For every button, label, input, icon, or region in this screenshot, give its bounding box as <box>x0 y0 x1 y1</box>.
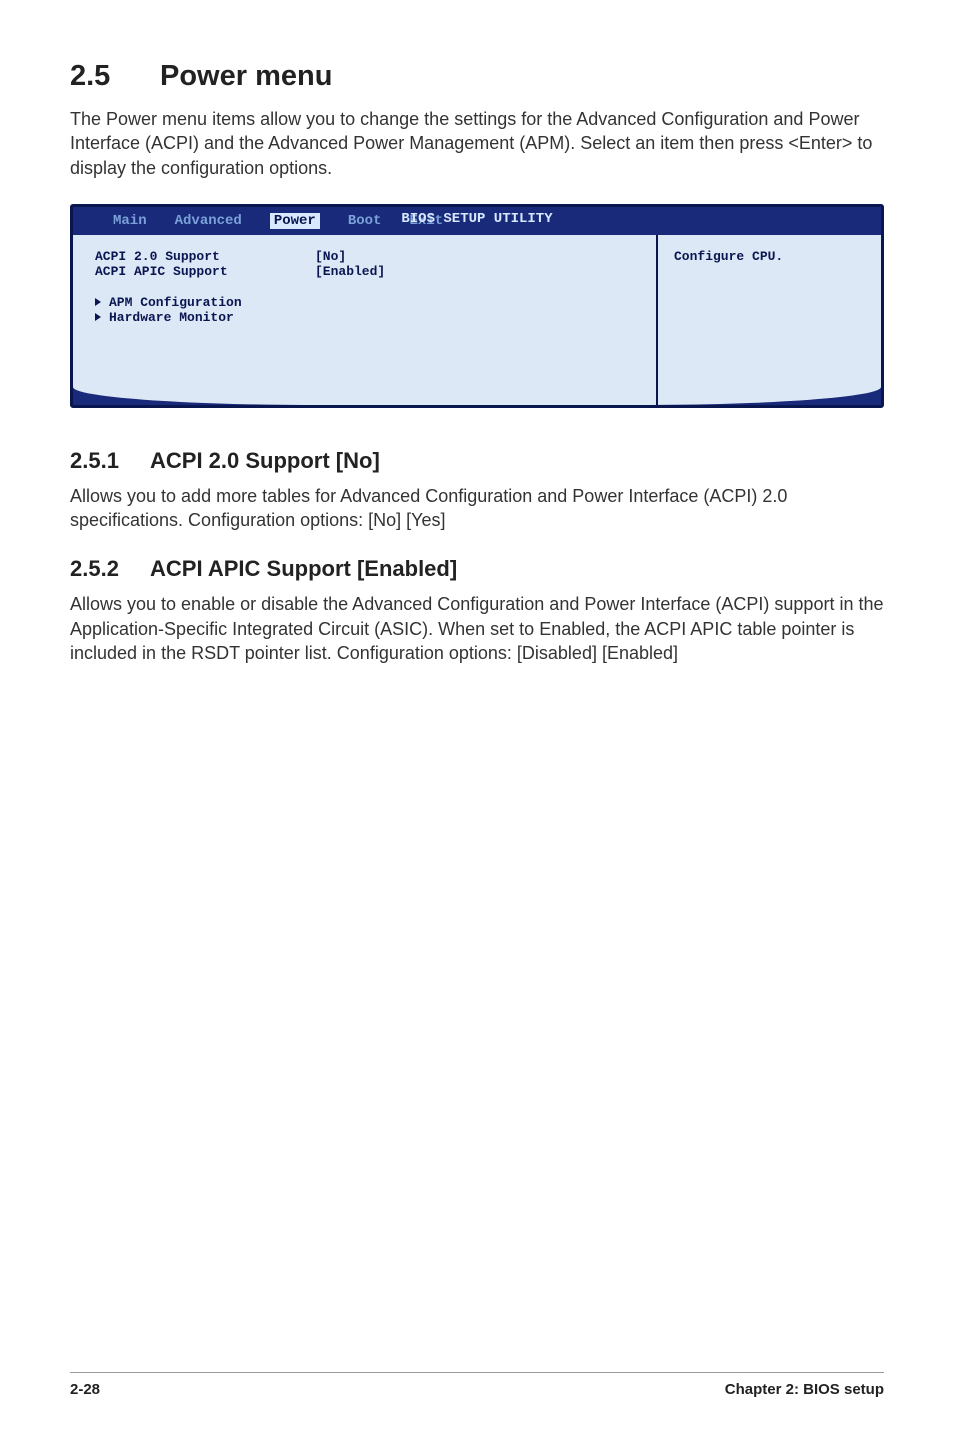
bios-help-text: Configure CPU. <box>674 249 783 264</box>
bios-item-label: ACPI 2.0 Support <box>95 249 315 264</box>
bios-tab-main: Main <box>113 213 147 229</box>
bios-item-value: [Enabled] <box>315 264 385 279</box>
bios-tabs: Main Advanced Power Boot Exit <box>113 213 443 229</box>
subsection-title-text: ACPI APIC Support [Enabled] <box>150 556 457 581</box>
section-number: 2.5 <box>70 60 160 93</box>
bios-screenshot: BIOS SETUP UTILITY Main Advanced Power B… <box>70 204 884 408</box>
bios-tab-advanced: Advanced <box>175 213 242 229</box>
subsection-heading: 2.5.1ACPI 2.0 Support [No] <box>70 448 884 474</box>
bios-item-value: [No] <box>315 249 346 264</box>
page-footer: 2-28 Chapter 2: BIOS setup <box>70 1372 884 1398</box>
subsection-heading: 2.5.2ACPI APIC Support [Enabled] <box>70 556 884 582</box>
bios-item-row: ACPI 2.0 Support [No] <box>95 249 634 264</box>
section-title-text: Power menu <box>160 60 332 92</box>
bios-item-row: ACPI APIC Support [Enabled] <box>95 264 634 279</box>
bios-left-panel: ACPI 2.0 Support [No] ACPI APIC Support … <box>73 235 656 405</box>
bios-utility-title: BIOS SETUP UTILITY <box>401 211 552 227</box>
bios-tab-power: Power <box>270 213 320 229</box>
bios-tab-boot: Boot <box>348 213 382 229</box>
bios-submenu-row: APM Configuration <box>95 295 634 310</box>
section-heading: 2.5Power menu <box>70 60 884 93</box>
bios-titlebar: BIOS SETUP UTILITY Main Advanced Power B… <box>73 207 881 235</box>
subsection-number: 2.5.2 <box>70 556 150 582</box>
bios-item-label: ACPI APIC Support <box>95 264 315 279</box>
bios-body: ACPI 2.0 Support [No] ACPI APIC Support … <box>73 235 881 405</box>
submenu-arrow-icon <box>95 313 101 321</box>
bios-submenu-label: APM Configuration <box>109 295 242 310</box>
page-number: 2-28 <box>70 1381 100 1398</box>
subsection-title-text: ACPI 2.0 Support [No] <box>150 448 380 473</box>
bios-help-panel: Configure CPU. <box>656 235 881 405</box>
subsection-body: Allows you to enable or disable the Adva… <box>70 592 884 665</box>
bios-submenu-label: Hardware Monitor <box>109 310 234 325</box>
chapter-label: Chapter 2: BIOS setup <box>725 1381 884 1398</box>
subsection-body: Allows you to add more tables for Advanc… <box>70 484 884 533</box>
section-intro: The Power menu items allow you to change… <box>70 107 884 180</box>
subsection-number: 2.5.1 <box>70 448 150 474</box>
bios-submenu-row: Hardware Monitor <box>95 310 634 325</box>
submenu-arrow-icon <box>95 298 101 306</box>
bios-submenu-group: APM Configuration Hardware Monitor <box>95 295 634 325</box>
